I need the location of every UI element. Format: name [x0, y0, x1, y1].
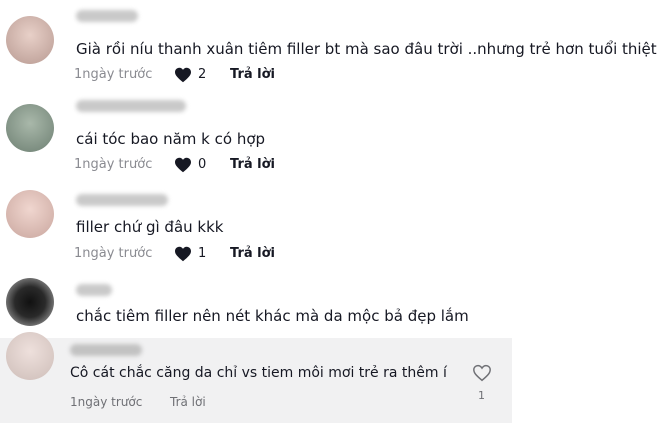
like-count: 1	[478, 389, 485, 402]
comment-text: filler chứ gì đâu kkk	[76, 218, 224, 236]
username-blurred[interactable]	[76, 194, 168, 206]
username-blurred[interactable]	[76, 284, 112, 296]
avatar[interactable]	[6, 278, 54, 326]
comment-text: Già rồi níu thanh xuân tiêm filler bt mà…	[76, 40, 660, 58]
comment-text: cái tóc bao năm k có hợp	[76, 130, 266, 148]
heart-outline-icon[interactable]	[472, 364, 492, 382]
comment-timestamp: 1ngày trước	[74, 246, 153, 261]
reply-button[interactable]: Trả lời	[230, 246, 275, 262]
avatar[interactable]	[6, 104, 54, 152]
heart-icon[interactable]	[174, 157, 192, 173]
comment-timestamp: 1ngày trước	[74, 67, 153, 82]
avatar[interactable]	[6, 332, 54, 380]
username-blurred[interactable]	[76, 10, 138, 22]
heart-icon[interactable]	[174, 246, 192, 262]
comment-text: chắc tiêm filler nên nét khác mà da mộc …	[76, 307, 469, 325]
heart-icon[interactable]	[174, 67, 192, 83]
avatar[interactable]	[6, 16, 54, 64]
reply-button[interactable]: Trả lời	[170, 395, 206, 410]
reply-button[interactable]: Trả lời	[230, 157, 275, 173]
reply-button[interactable]: Trả lời	[230, 67, 275, 83]
like-count: 1	[198, 246, 207, 261]
like-count: 0	[198, 157, 207, 172]
comment-timestamp: 1ngày trước	[70, 395, 143, 409]
username-blurred[interactable]	[70, 344, 142, 356]
avatar[interactable]	[6, 190, 54, 238]
username-blurred[interactable]	[76, 100, 186, 112]
like-count: 2	[198, 67, 207, 82]
comment-text: Cô cát chắc căng da chỉ vs tiem môi mơi …	[70, 365, 447, 381]
comment-timestamp: 1ngày trước	[74, 157, 153, 172]
